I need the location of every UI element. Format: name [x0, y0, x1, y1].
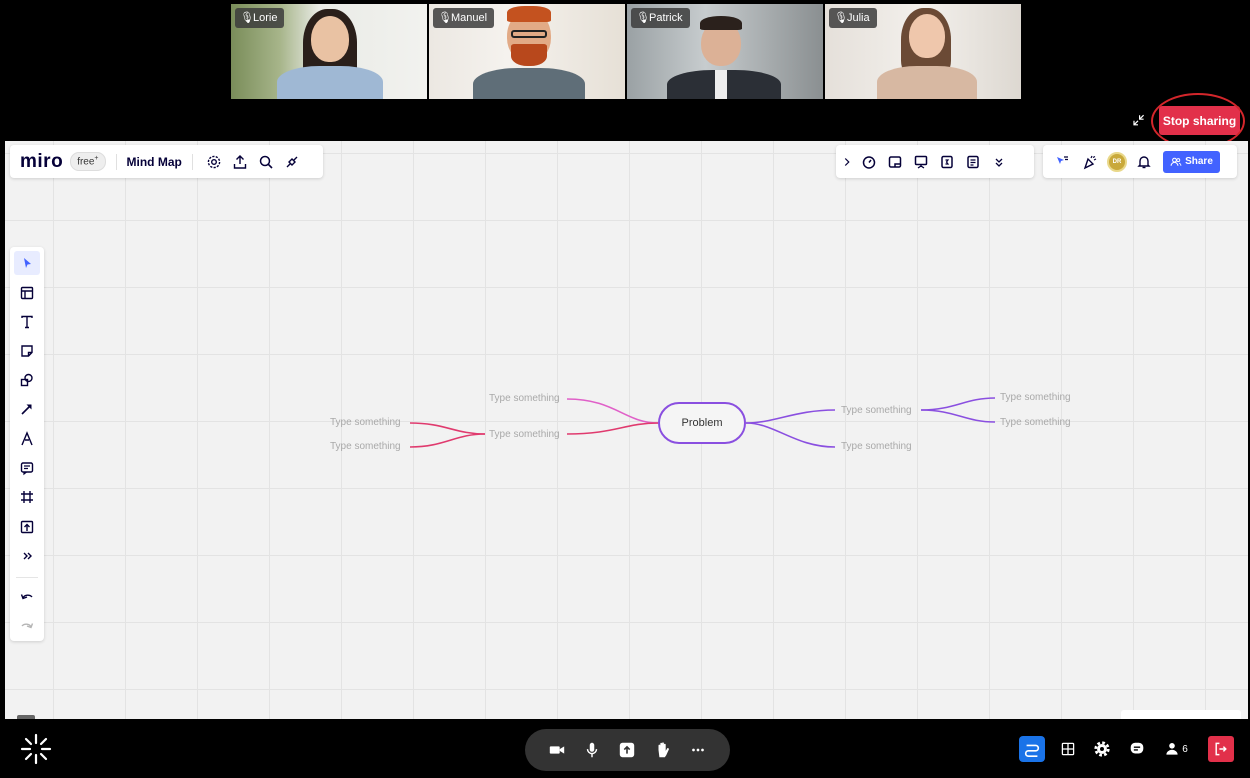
leave-meeting-icon[interactable] [1208, 736, 1234, 762]
stop-sharing-button[interactable]: Stop sharing [1159, 106, 1240, 135]
participant-count: 6 [1182, 743, 1188, 755]
chat-icon[interactable] [1124, 736, 1150, 762]
settings-gear-icon[interactable] [1089, 736, 1115, 762]
mindmap-root-node[interactable]: Problem [658, 402, 746, 444]
panel-toggle-icon[interactable] [17, 715, 35, 719]
participants-button[interactable]: 6 [1158, 736, 1194, 762]
mic-muted-icon: 🎙 [438, 12, 452, 24]
mindmap-node[interactable]: Type something [330, 441, 401, 452]
participant-name-tag: 🎙Lorie [235, 8, 285, 28]
app-logo-icon[interactable] [19, 732, 53, 766]
raise-hand-icon[interactable] [652, 739, 674, 761]
mindmap-node[interactable]: Type something [841, 441, 912, 452]
participant-tile-manuel[interactable]: 🎙Manuel [429, 4, 625, 99]
mic-muted-icon: 🎙 [636, 12, 650, 24]
mic-muted-icon: 🎙 [240, 12, 254, 24]
media-controls [525, 729, 730, 771]
microphone-icon[interactable] [581, 739, 603, 761]
participant-tile-patrick[interactable]: 🎙Patrick [627, 4, 823, 99]
participant-tile-julia[interactable]: 🎙Julia [825, 4, 1021, 99]
miro-board[interactable]: miro free+ Mind Map DR Share Problem Typ… [5, 141, 1248, 719]
minimize-icon[interactable] [1130, 112, 1148, 130]
mindmap-node[interactable]: Type something [1000, 392, 1071, 403]
person-icon [1166, 743, 1178, 755]
mindmap-connectors [409, 397, 996, 448]
mindmap-node[interactable]: Type something [330, 417, 401, 428]
mic-muted-icon: 🎙 [834, 12, 848, 24]
screen-share-icon[interactable] [616, 739, 638, 761]
mindmap-node[interactable]: Type something [841, 405, 912, 416]
mindmap-node[interactable]: Type something [489, 393, 560, 404]
more-options-icon[interactable] [687, 739, 709, 761]
mindmap-node[interactable]: Type something [489, 429, 560, 440]
zoom-panel[interactable] [1121, 710, 1241, 719]
participant-name-tag: 🎙Patrick [631, 8, 690, 28]
participant-name-tag: 🎙Julia [829, 8, 877, 28]
meeting-control-bar: 6 [0, 720, 1250, 778]
grid-view-icon[interactable] [1055, 736, 1081, 762]
mindmap-node[interactable]: Type something [1000, 417, 1071, 428]
switch-view-icon[interactable] [1019, 736, 1045, 762]
participant-name-tag: 🎙Manuel [433, 8, 495, 28]
participant-tile-lorie[interactable]: 🎙Lorie [231, 4, 427, 99]
camera-icon[interactable] [546, 739, 568, 761]
meeting-window: 🎙Lorie 🎙Manuel 🎙Patrick 🎙Julia Stop shar… [0, 0, 1250, 778]
